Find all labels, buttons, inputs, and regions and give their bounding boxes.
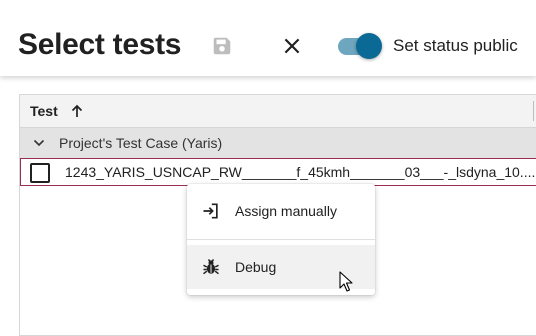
status-public-toggle[interactable] bbox=[336, 32, 384, 60]
group-label: Project's Test Case (Yaris) bbox=[59, 135, 223, 151]
menu-item-label: Debug bbox=[235, 259, 277, 275]
assign-arrow-icon bbox=[203, 203, 218, 219]
page-title: Select tests bbox=[18, 28, 182, 61]
toggle-label: Set status public bbox=[393, 36, 518, 55]
close-icon bbox=[284, 38, 300, 54]
mouse-pointer-icon bbox=[339, 271, 353, 292]
bug-icon bbox=[203, 259, 219, 275]
column-header-test[interactable]: Test bbox=[30, 103, 58, 119]
group-row[interactable]: Project's Test Case (Yaris) bbox=[20, 128, 536, 158]
arrow-up-icon[interactable] bbox=[69, 103, 85, 119]
save-icon bbox=[213, 37, 231, 55]
toggle-knob bbox=[356, 33, 382, 59]
row-checkbox[interactable] bbox=[30, 163, 50, 183]
close-button[interactable] bbox=[278, 32, 306, 60]
menu-divider bbox=[187, 239, 375, 240]
row-test-name: 1243_YARIS_USNCAP_RW_______f_45kmh______… bbox=[65, 164, 536, 180]
page-header: Select tests Set status public bbox=[0, 0, 536, 76]
save-button[interactable] bbox=[208, 32, 236, 60]
menu-item-label: Assign manually bbox=[235, 203, 337, 219]
table-header: Test bbox=[20, 95, 536, 128]
table-row[interactable]: 1243_YARIS_USNCAP_RW_______f_45kmh______… bbox=[20, 158, 536, 186]
column-divider[interactable] bbox=[533, 101, 534, 121]
menu-item-assign-manually[interactable]: Assign manually bbox=[187, 189, 375, 233]
chevron-down-icon[interactable] bbox=[32, 136, 46, 150]
